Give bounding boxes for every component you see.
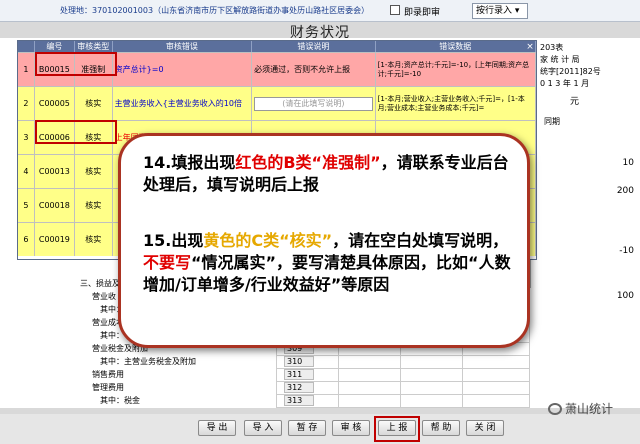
close-icon[interactable]: ×	[525, 42, 535, 52]
rule-code: C00019	[35, 223, 75, 256]
export-button[interactable]: 导 出	[198, 420, 236, 436]
instant-review-checkbox[interactable]	[390, 5, 400, 15]
instruction-15: 15.出现黄色的C类“核实”，请在空白处填写说明，不要写“情况属实”，要写清楚具…	[143, 231, 511, 294]
import-button[interactable]: 导 入	[244, 420, 282, 436]
rule-type: 核实	[75, 223, 113, 256]
instruction-callout: 14.填报出现红色的B类“准强制”，请联系专业后台处理后，填写说明后上报 15.…	[118, 133, 530, 348]
entry-mode-value: 按行录入	[476, 6, 513, 16]
col-error-note: 错误说明	[252, 41, 376, 52]
rule-error: 资产总计}=0	[113, 53, 253, 86]
row-index: 2	[18, 87, 35, 120]
value-cell[interactable]: 200	[617, 186, 634, 196]
row-label: 其中：税金	[100, 396, 140, 405]
report-period: 0 1 3 年 1 月	[540, 79, 590, 88]
highlight-box	[35, 52, 117, 76]
row-index: 1	[18, 53, 35, 86]
approval-no: 统字[2011]82号	[540, 67, 601, 76]
value-cell[interactable]: -10	[619, 246, 634, 256]
row-label: 营业收	[92, 292, 116, 301]
highlight-box	[35, 120, 117, 144]
form-values-column: 10 200 -10 100	[530, 128, 640, 301]
value-cell[interactable]: 10	[623, 158, 634, 168]
rule-data: [1-本月;资产总计;千元]=-10，[上年同期;资产总计;千元]=-10	[376, 53, 536, 86]
instant-review-label: 即录即审	[404, 8, 441, 18]
rule-code: C00005	[35, 87, 75, 120]
errors-table-header: 编号 审核类型 审核错误 错误说明 错误数据	[18, 41, 536, 52]
explanation-input[interactable]: (请在此填写说明)	[254, 96, 373, 111]
save-draft-button[interactable]: 暂 存	[288, 420, 326, 436]
rule-data: [1-本月;营业收入;主营业务收入;千元]=，[1-本月;营业成本;主营业务成本…	[376, 87, 536, 120]
review-button[interactable]: 审 核	[332, 420, 370, 436]
instruction-14: 14.填报出现红色的B类“准强制”，请联系专业后台处理后，填写说明后上报	[143, 153, 509, 194]
row-index: 5	[18, 189, 35, 222]
location-value: 370102001003（山东省济南市历下区解放路街道办事处历山路社区居委会）	[92, 6, 370, 15]
rule-type: 核实	[75, 87, 113, 120]
wechat-icon	[548, 403, 562, 415]
form-title: 财务状况	[290, 25, 350, 41]
rule-code: C00018	[35, 189, 75, 222]
rule-type: 核实	[75, 155, 113, 188]
form-header-info: 203表 家 统 计 局 统字[2011]82号 0 1 3 年 1 月 元 同…	[530, 38, 640, 128]
rule-type: 核实	[75, 189, 113, 222]
rule-note: 必须通过，否则不允许上报	[252, 53, 376, 86]
close-button[interactable]: 关 闭	[466, 420, 504, 436]
rule-note: (请在此填写说明)	[252, 87, 376, 120]
row-label: 管理费用	[92, 383, 124, 392]
row-index: 4	[18, 155, 35, 188]
watermark: 萧山统计	[548, 400, 613, 420]
col-number: 编号	[35, 41, 75, 52]
location-info: 处理地：370102001003（山东省济南市历下区解放路街道办事处历山路社区居…	[60, 5, 369, 16]
col-review-error: 审核错误	[113, 41, 253, 52]
row-index: 6	[18, 223, 35, 256]
rule-error: 主营业务收入{主营业务收入的10倍	[113, 87, 253, 120]
col-error-data: 错误数据	[376, 41, 536, 52]
entry-mode-select[interactable]: 按行录入 ▾	[472, 3, 528, 19]
help-button[interactable]: 帮 助	[422, 420, 460, 436]
top-bar: 处理地：370102001003（山东省济南市历下区解放路街道办事处历山路社区居…	[0, 0, 640, 22]
unit-label: 元	[570, 97, 580, 107]
submit-highlight-box	[374, 416, 420, 442]
value-cell[interactable]: 100	[617, 291, 634, 301]
same-period-label: 同期	[544, 117, 560, 126]
row-label: 销售费用	[92, 370, 124, 379]
watermark-text: 萧山统计	[565, 402, 614, 416]
row-label: 其中：主营业务税金及附加	[100, 357, 196, 366]
location-label: 处理地：	[60, 6, 92, 15]
action-bar: 导 出 导 入 暂 存 审 核 上 报 帮 助 关 闭	[0, 414, 640, 444]
row-index: 3	[18, 121, 35, 154]
form-code: 203表	[540, 43, 564, 52]
table-row[interactable]: 2 C00005 核实 主营业务收入{主营业务收入的10倍 (请在此填写说明) …	[18, 86, 536, 120]
issuer: 家 统 计 局	[540, 55, 580, 64]
col-review-type: 审核类型	[75, 41, 113, 52]
rule-code: C00013	[35, 155, 75, 188]
